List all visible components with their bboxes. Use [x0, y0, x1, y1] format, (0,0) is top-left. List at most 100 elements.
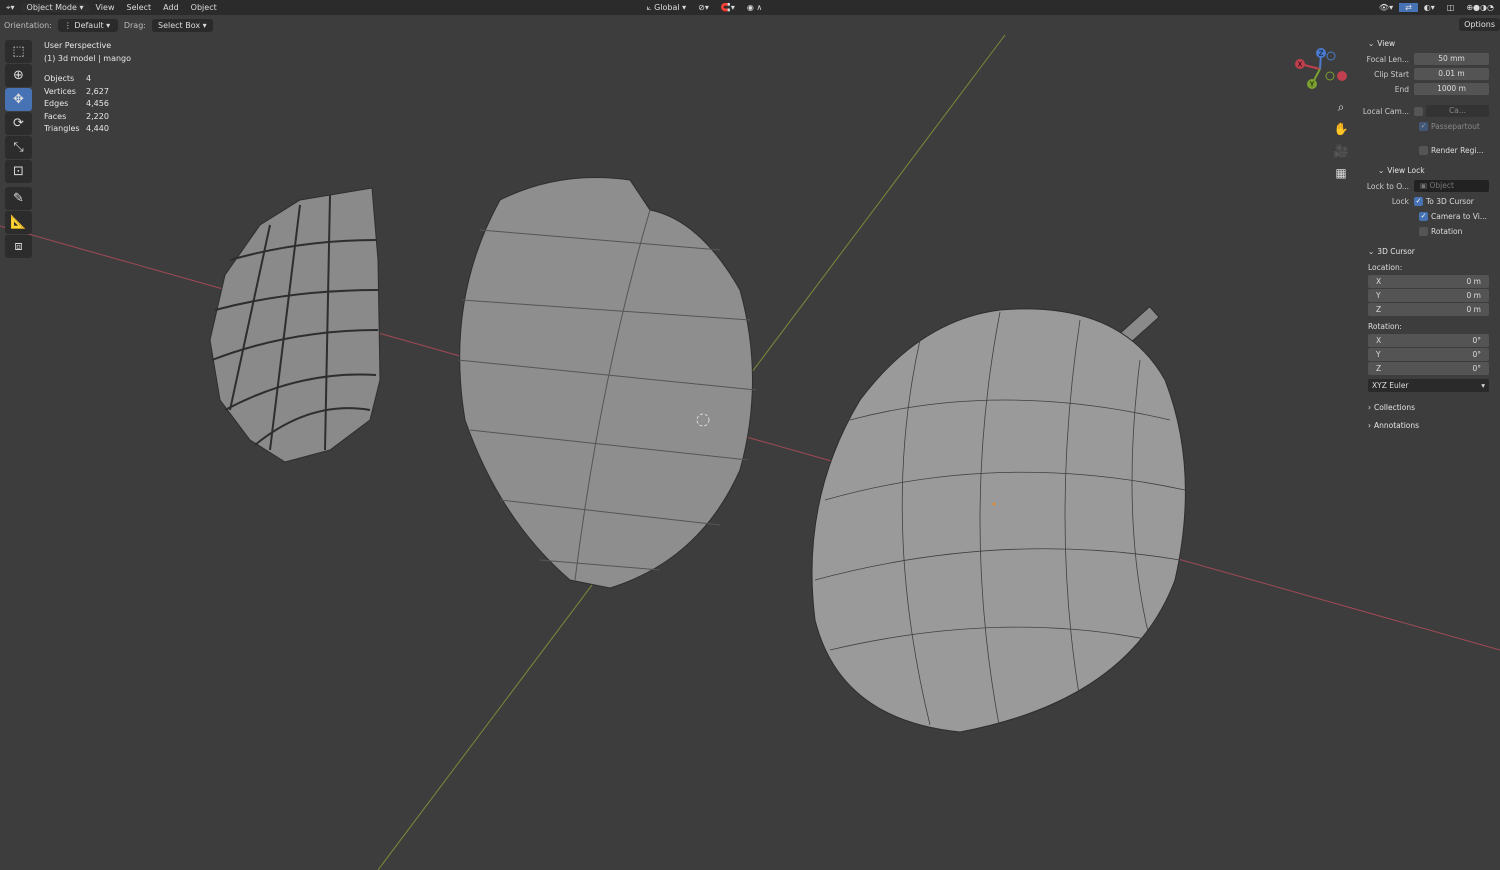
- menu-add[interactable]: Add: [157, 3, 185, 12]
- transform-tool-icon[interactable]: ⊡: [5, 160, 32, 183]
- mode-dropdown[interactable]: Object Mode ▾: [20, 3, 90, 12]
- mango-seed-mesh: [209, 187, 381, 463]
- proportional-edit-icon[interactable]: ◉ ∧: [741, 3, 768, 12]
- transform-orientation-dropdown[interactable]: ⟀ Global ▾: [641, 3, 692, 13]
- lock-to-object-field[interactable]: ▣ Object: [1414, 180, 1489, 192]
- drag-dropdown[interactable]: Select Box ▾: [151, 18, 213, 32]
- rotation-label: Rotation:: [1368, 321, 1402, 331]
- to-3d-cursor-label: To 3D Cursor: [1426, 196, 1474, 206]
- shading-modes-icon[interactable]: ⊕●◑◔: [1460, 3, 1500, 12]
- section-title: 3D Cursor: [1377, 247, 1415, 256]
- clip-end-field[interactable]: 1000 m: [1414, 83, 1489, 95]
- camera-to-view-label: Camera to Vi...: [1431, 211, 1487, 221]
- ortho-grid-icon[interactable]: ▦: [1332, 166, 1350, 184]
- mango-slice-mesh: [457, 177, 757, 589]
- focal-length-label: Focal Len...: [1366, 54, 1409, 64]
- clip-start-field[interactable]: 0.01 m: [1414, 68, 1489, 80]
- annotations-section-header[interactable]: › Annotations: [1362, 418, 1495, 433]
- stat-label: Vertices: [44, 86, 76, 96]
- stat-value: 4,456: [86, 99, 109, 108]
- clip-end-label: End: [1394, 84, 1409, 94]
- 3d-cursor-section-header[interactable]: ⌄ 3D Cursor: [1362, 244, 1495, 259]
- cursor-location-x[interactable]: X0 m: [1368, 275, 1489, 288]
- select-box-tool-icon[interactable]: ⬚: [5, 40, 32, 63]
- stat-label: Faces: [44, 111, 67, 121]
- gizmo-y-label: Y: [1309, 81, 1315, 89]
- lock-to-object-label: Lock to O...: [1366, 181, 1409, 191]
- rotate-tool-icon[interactable]: ⟳: [5, 112, 32, 135]
- viewport-3d[interactable]: [0, 0, 1500, 870]
- rotation-mode-dropdown[interactable]: XYZ Euler ▾: [1368, 379, 1489, 392]
- mode-label: Object Mode: [26, 3, 77, 12]
- section-title: View Lock: [1387, 166, 1425, 175]
- view-section-header[interactable]: ⌄ View: [1362, 36, 1495, 51]
- rotation-lock-checkbox[interactable]: [1419, 226, 1428, 236]
- focal-length-field[interactable]: 50 mm: [1414, 53, 1489, 65]
- render-region-label: Render Regi...: [1431, 145, 1484, 155]
- local-camera-label: Local Cam...: [1362, 106, 1409, 116]
- gizmo-z-label: Z: [1319, 50, 1324, 58]
- view-lock-section-header[interactable]: ⌄ View Lock: [1362, 163, 1495, 178]
- editor-type-icon[interactable]: ⌖▾: [0, 3, 21, 13]
- menu-view[interactable]: View: [90, 3, 121, 12]
- cursor-rotation-x[interactable]: X 0°: [1368, 334, 1489, 347]
- menu-object[interactable]: Object: [185, 3, 223, 12]
- cursor-location-z[interactable]: Z0 m: [1368, 303, 1489, 316]
- add-cube-tool-icon[interactable]: ⧈: [5, 235, 32, 258]
- section-title: View: [1377, 39, 1396, 48]
- local-camera-field[interactable]: Ca...: [1426, 105, 1489, 117]
- pan-hand-icon[interactable]: ✋: [1332, 122, 1350, 140]
- camera-view-icon[interactable]: 🎥: [1332, 144, 1350, 162]
- zoom-icon[interactable]: ⌕: [1332, 100, 1350, 118]
- visibility-icon[interactable]: 👁▾: [1373, 3, 1399, 12]
- view-name: User Perspective: [44, 41, 112, 50]
- orientation-global-label: Global: [654, 2, 680, 12]
- gizmo-toggle-icon[interactable]: ⇄: [1399, 3, 1418, 12]
- top-header: ⌖▾ Object Mode ▾ View Select Add Object …: [0, 0, 1500, 15]
- section-title: Annotations: [1374, 421, 1420, 430]
- object-name: (1) 3d model | mango: [44, 53, 132, 63]
- cursor-rotation-z[interactable]: Z 0°: [1368, 362, 1489, 375]
- orientation-dropdown[interactable]: ⋮ Default ▾: [57, 18, 118, 32]
- tool-settings-bar: Orientation: ⋮ Default ▾ Drag: Select Bo…: [0, 16, 1360, 34]
- overlays-icon[interactable]: ◐▾: [1418, 3, 1441, 12]
- navigation-gizmo[interactable]: Z X Y: [1290, 44, 1350, 94]
- pivot-icon[interactable]: ⊘▾: [692, 3, 715, 12]
- local-camera-checkbox[interactable]: [1414, 106, 1423, 116]
- annotate-tool-icon[interactable]: ✎: [5, 187, 32, 210]
- camera-to-view-checkbox[interactable]: ✓: [1419, 211, 1428, 221]
- collections-section-header[interactable]: › Collections: [1362, 400, 1495, 415]
- lock-label: Lock: [1391, 196, 1409, 206]
- to-3d-cursor-checkbox[interactable]: ✓: [1414, 196, 1423, 206]
- stat-value: 4,440: [86, 124, 109, 133]
- stat-label: Objects: [44, 74, 75, 83]
- location-label: Location:: [1368, 262, 1403, 272]
- menu-select[interactable]: Select: [120, 3, 157, 12]
- passepartout-checkbox[interactable]: ✓: [1419, 121, 1428, 131]
- passepartout-label: Passepartout: [1431, 121, 1480, 131]
- stat-label: Triangles: [44, 124, 80, 133]
- mango-fruit-mesh: [811, 305, 1186, 733]
- snap-icon[interactable]: 🧲▾: [715, 3, 741, 12]
- sidebar-view-panel: ⌄ View Focal Len... 50 mm Clip Start 0.01 …: [1362, 36, 1495, 433]
- options-button[interactable]: Options: [1459, 18, 1500, 31]
- drag-label: Drag:: [123, 20, 146, 30]
- gizmo-x-label: X: [1298, 61, 1303, 69]
- toolbar: ⬚ ⊕ ✥ ⟳ ⤡ ⊡ ✎ 📐 ⧈: [5, 40, 32, 259]
- scale-tool-icon[interactable]: ⤡: [5, 136, 32, 159]
- stat-value: 2,220: [86, 111, 109, 121]
- move-tool-icon[interactable]: ✥: [5, 88, 32, 111]
- render-region-checkbox[interactable]: [1419, 145, 1428, 155]
- measure-tool-icon[interactable]: 📐: [5, 211, 32, 234]
- section-title: Collections: [1374, 403, 1416, 412]
- xray-icon[interactable]: ◫: [1441, 3, 1461, 12]
- stat-label: Edges: [44, 99, 69, 108]
- stat-value: 2,627: [86, 86, 109, 96]
- drag-value: Select Box: [157, 20, 201, 30]
- cursor-tool-icon[interactable]: ⊕: [5, 64, 32, 87]
- viewport-info: User Perspective (1) 3d model | mango Ob…: [44, 40, 131, 136]
- cursor-location-y[interactable]: Y0 m: [1368, 289, 1489, 302]
- orientation-value: Default: [74, 20, 104, 30]
- cursor-rotation-y[interactable]: Y 0°: [1368, 348, 1489, 361]
- rotation-lock-label: Rotation: [1431, 226, 1463, 236]
